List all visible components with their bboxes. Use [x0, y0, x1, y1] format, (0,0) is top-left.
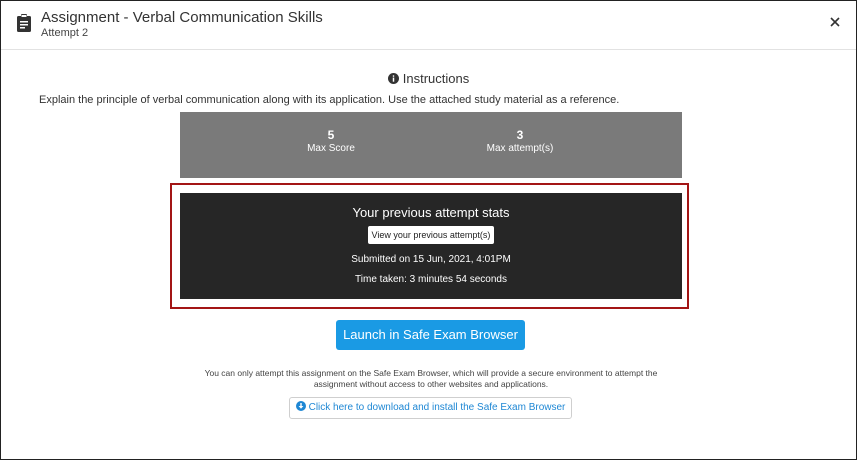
instructions-description: Explain the principle of verbal communic…: [39, 94, 620, 106]
max-score-label: Max Score: [307, 143, 355, 154]
download-label: Click here to download and install the S…: [308, 402, 566, 413]
modal-title: Assignment - Verbal Communication Skills: [41, 9, 323, 26]
max-attempts-stat: 3 Max attempt(s): [420, 128, 620, 155]
previous-attempt-title: Your previous attempt stats: [352, 205, 510, 220]
info-icon: [387, 73, 399, 84]
close-icon[interactable]: [828, 15, 842, 29]
max-attempts-value: 3: [516, 128, 524, 142]
max-score-stat: 5 Max Score: [231, 128, 431, 155]
instructions-heading: Instructions: [1, 71, 856, 86]
submitted-date: Submitted on 15 Jun, 2021, 4:01PM: [351, 254, 511, 265]
max-score-value: 5: [327, 128, 335, 142]
instructions-label: Instructions: [402, 71, 470, 86]
safe-browser-notice: You can only attempt this assignment on …: [204, 368, 658, 389]
download-safe-browser-button[interactable]: Click here to download and install the S…: [289, 397, 572, 419]
assignment-modal: Assignment - Verbal Communication Skills…: [0, 0, 857, 460]
time-taken: Time taken: 3 minutes 54 seconds: [355, 274, 507, 285]
launch-safe-exam-browser-button[interactable]: Launch in Safe Exam Browser: [336, 320, 525, 350]
previous-attempt-panel: Your previous attempt stats View your pr…: [180, 193, 682, 299]
download-icon: [295, 401, 306, 411]
modal-header: Assignment - Verbal Communication Skills…: [1, 1, 856, 50]
assignment-stats: 5 Max Score 3 Max attempt(s): [180, 112, 682, 178]
attempt-number: Attempt 2: [41, 27, 89, 39]
max-attempts-label: Max attempt(s): [486, 143, 554, 154]
view-previous-attempts-button[interactable]: View your previous attempt(s): [368, 226, 494, 244]
clipboard-icon: [17, 14, 31, 32]
